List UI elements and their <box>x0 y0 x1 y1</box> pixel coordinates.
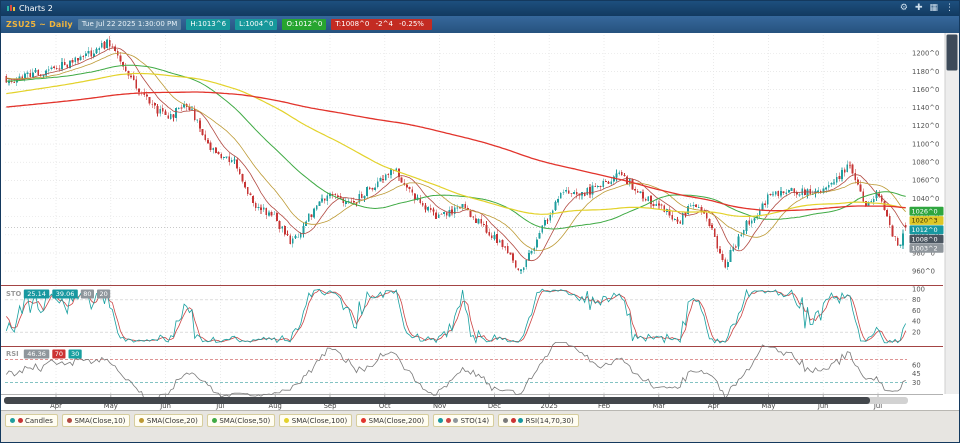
legend-item-sma-close-100[interactable]: SMA(Close,100) <box>279 414 352 427</box>
chart-app-icon <box>6 4 15 13</box>
more-options-icon[interactable]: ⋮ <box>945 4 954 13</box>
svg-text:100: 100 <box>912 285 925 293</box>
svg-text:70: 70 <box>55 350 63 358</box>
series-color-dot <box>67 418 72 423</box>
price-change: -2^4 <box>376 20 393 28</box>
legend-item-sma-close-50[interactable]: SMA(Close,50) <box>207 414 275 427</box>
legend-item-label: Candles <box>25 417 53 425</box>
legend-item-sma-close-200[interactable]: SMA(Close,200) <box>356 414 429 427</box>
series-color-dot <box>18 418 23 423</box>
window-title: Charts 2 <box>19 4 53 13</box>
svg-text:80: 80 <box>83 290 91 298</box>
add-panel-icon[interactable]: ✚ <box>915 4 923 13</box>
window-titlebar: Charts 2 ⚙ ✚ ▦ ⋮ <box>1 1 959 16</box>
svg-text:1008^0: 1008^0 <box>912 235 938 243</box>
series-color-dot <box>511 418 516 423</box>
legend-item-label: STO(14) <box>461 417 490 425</box>
timestamp-chip: Tue Jul 22 2025 1:30:00 PM <box>78 19 182 30</box>
svg-text:25.14: 25.14 <box>27 290 46 298</box>
series-color-dot <box>518 418 523 423</box>
svg-text:39.06: 39.06 <box>56 290 75 298</box>
series-color-dot <box>453 418 458 423</box>
open-price-chip: O:1012^0 <box>282 19 326 30</box>
symbol-period-label[interactable]: ZSU25 ~ Daily <box>6 20 73 29</box>
svg-text:45: 45 <box>912 370 921 378</box>
svg-text:80: 80 <box>912 296 921 304</box>
legend-item-sma-close-20[interactable]: SMA(Close,20) <box>134 414 202 427</box>
svg-text:STO: STO <box>6 290 22 298</box>
svg-text:20: 20 <box>912 329 921 337</box>
svg-text:1003^2: 1003^2 <box>912 245 938 253</box>
svg-text:1040^0: 1040^0 <box>912 195 939 203</box>
svg-text:1020^3: 1020^3 <box>912 217 938 225</box>
svg-text:46.36: 46.36 <box>27 350 46 358</box>
svg-text:1180^0: 1180^0 <box>912 68 939 76</box>
series-color-dot <box>284 418 289 423</box>
legend-item-label: SMA(Close,20) <box>147 417 198 425</box>
svg-text:1060^0: 1060^0 <box>912 177 939 185</box>
series-color-dot <box>446 418 451 423</box>
svg-text:1160^0: 1160^0 <box>912 86 939 94</box>
legend-item-candles[interactable]: Candles <box>5 414 58 427</box>
indicator-legend: Candles SMA(Close,10) SMA(Close,20) SMA(Clo… <box>1 410 959 442</box>
chart-area[interactable]: AprMayJunJulAugSepOctNovDec2025FebMarApr… <box>1 33 959 410</box>
svg-text:1080^0: 1080^0 <box>912 159 939 167</box>
svg-text:40: 40 <box>912 318 921 326</box>
series-color-dot <box>503 418 508 423</box>
settings-gear-icon[interactable]: ⚙ <box>900 4 908 13</box>
legend-item-sto-14[interactable]: STO(14) <box>433 414 494 427</box>
legend-item-rsi-14-70-30[interactable]: RSI(14,70,30) <box>498 414 579 427</box>
svg-text:1100^0: 1100^0 <box>912 140 939 148</box>
chart-canvas[interactable]: AprMayJunJulAugSepOctNovDec2025FebMarApr… <box>1 33 959 410</box>
legend-item-label: SMA(Close,50) <box>219 417 270 425</box>
svg-text:60: 60 <box>912 307 921 315</box>
svg-text:30: 30 <box>71 350 79 358</box>
session-low-chip: L:1004^0 <box>235 19 277 30</box>
svg-text:1026^0: 1026^0 <box>912 207 938 215</box>
series-color-dot <box>361 418 366 423</box>
last-price-chip: T:1008^0 -2^4 -0.25% <box>331 19 432 30</box>
legend-item-label: SMA(Close,200) <box>369 417 424 425</box>
svg-text:1200^0: 1200^0 <box>912 50 939 58</box>
legend-item-label: SMA(Close,100) <box>292 417 347 425</box>
chart-toolbar: ZSU25 ~ Daily Tue Jul 22 2025 1:30:00 PM… <box>1 16 959 33</box>
svg-text:20: 20 <box>99 290 107 298</box>
svg-text:30: 30 <box>912 379 921 387</box>
legend-item-label: RSI(14,70,30) <box>526 417 574 425</box>
titlebar-icons: ⚙ ✚ ▦ ⋮ <box>900 4 954 13</box>
price-change-pct: -0.25% <box>399 20 424 28</box>
series-color-dot <box>438 418 443 423</box>
grid-layout-icon[interactable]: ▦ <box>929 4 938 13</box>
session-high-chip: H:1013^6 <box>186 19 230 30</box>
legend-item-sma-close-10[interactable]: SMA(Close,10) <box>62 414 130 427</box>
series-color-dot <box>139 418 144 423</box>
svg-text:1012^0: 1012^0 <box>912 226 938 234</box>
svg-text:1140^0: 1140^0 <box>912 104 939 112</box>
last-price: T:1008^0 <box>335 20 369 28</box>
svg-text:60: 60 <box>912 362 921 370</box>
series-color-dot <box>10 418 15 423</box>
svg-text:RSI: RSI <box>6 350 19 358</box>
svg-text:1120^0: 1120^0 <box>912 122 939 130</box>
chart-window: Charts 2 ⚙ ✚ ▦ ⋮ ZSU25 ~ Daily Tue Jul 22 2… <box>0 0 960 443</box>
series-color-dot <box>212 418 217 423</box>
legend-item-label: SMA(Close,10) <box>74 417 125 425</box>
svg-text:960^0: 960^0 <box>912 267 935 275</box>
